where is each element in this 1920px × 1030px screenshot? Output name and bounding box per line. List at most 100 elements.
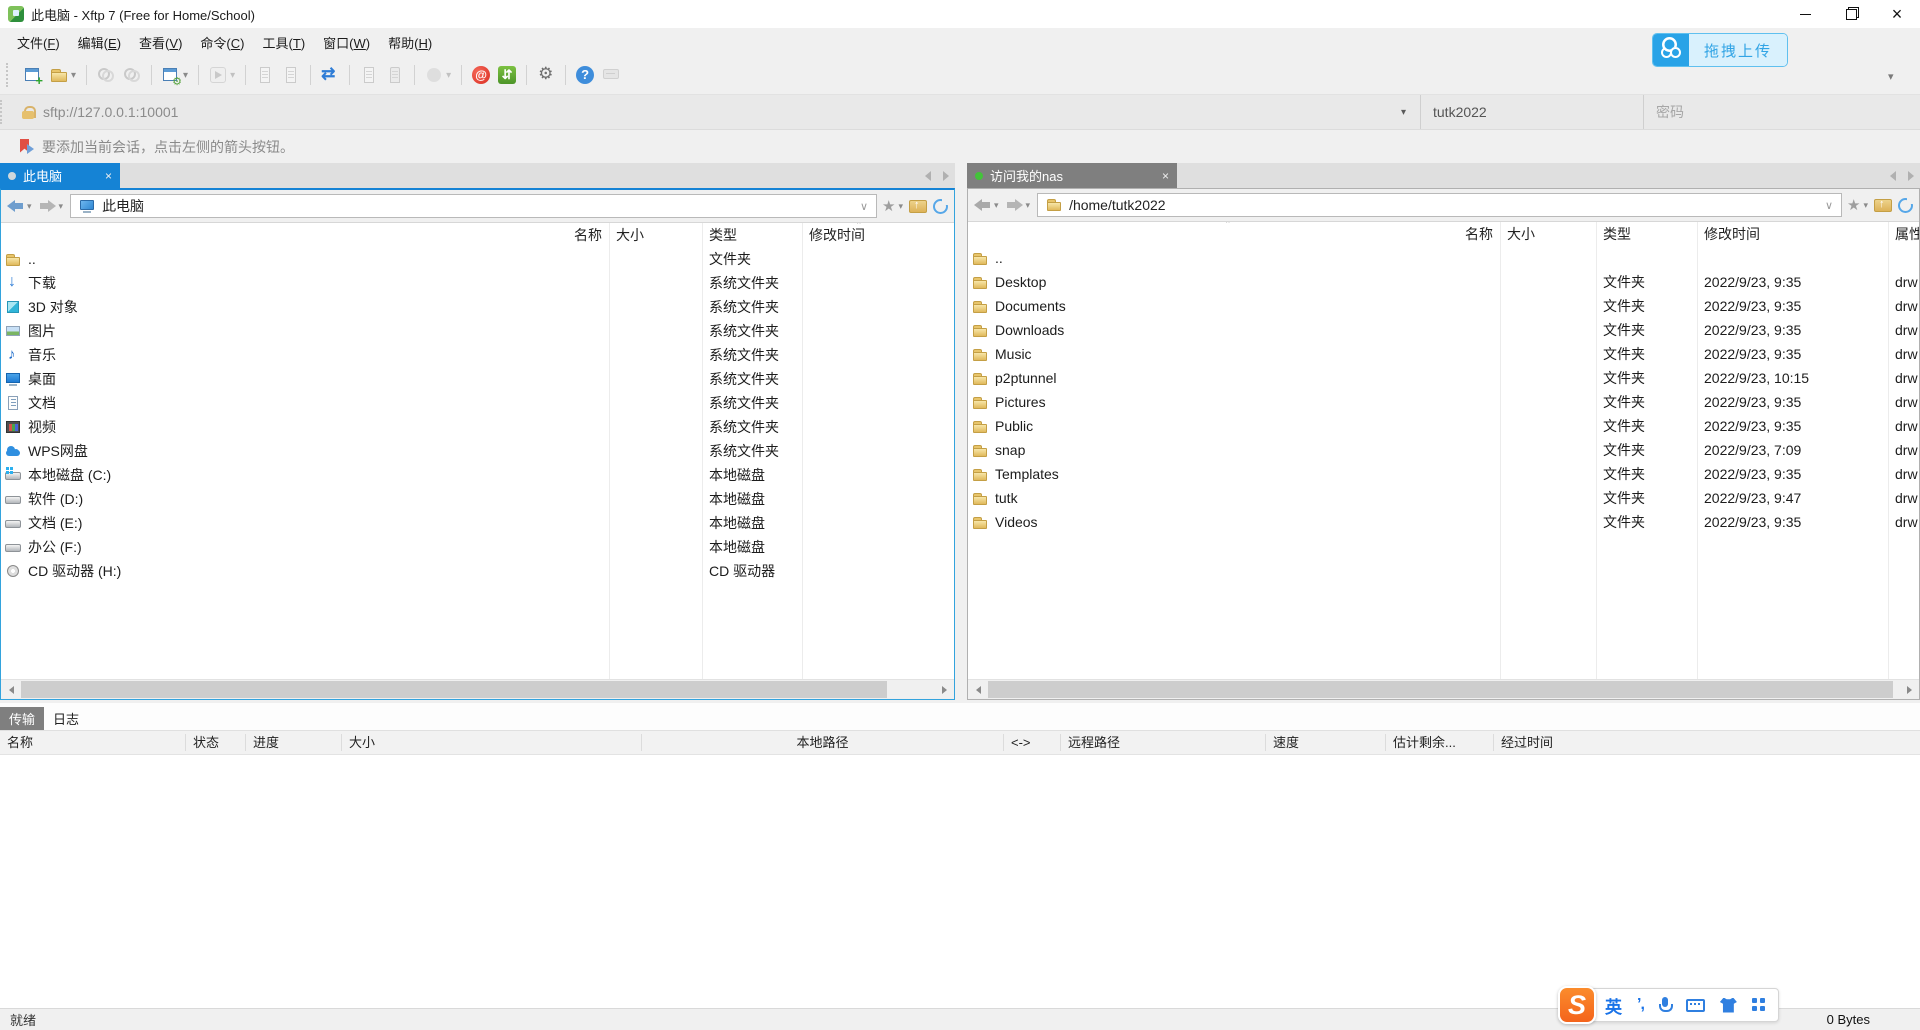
file-row[interactable]: 办公 (F:) 本地磁盘: [1, 535, 954, 559]
remote-path-combo[interactable]: /home/tutk2022: [1037, 193, 1842, 217]
file-row[interactable]: 文档 (E:) 本地磁盘: [1, 511, 954, 535]
back-history-icon[interactable]: [994, 200, 999, 211]
menu-item[interactable]: 帮助(H): [379, 29, 441, 56]
file-row[interactable]: Documents 文件夹 2022/9/23, 9:35 drw: [968, 294, 1919, 318]
column-header[interactable]: 经过时间: [1494, 734, 1612, 751]
toolbar-button[interactable]: [533, 62, 559, 88]
column-header[interactable]: <->: [1004, 734, 1061, 751]
file-row[interactable]: Downloads 文件夹 2022/9/23, 9:35 drw: [968, 318, 1919, 342]
column-header[interactable]: 速度: [1266, 734, 1386, 751]
toolbar-button[interactable]: [252, 62, 278, 88]
file-row[interactable]: p2ptunnel 文件夹 2022/9/23, 10:15 drw: [968, 366, 1919, 390]
column-header[interactable]: 估计剩余...: [1386, 734, 1494, 751]
back-icon[interactable]: [974, 199, 991, 211]
column-divider[interactable]: [1596, 222, 1597, 679]
file-row[interactable]: Music 文件夹 2022/9/23, 9:35 drw: [968, 342, 1919, 366]
up-directory-icon[interactable]: [908, 198, 928, 214]
column-header[interactable]: 名称: [1, 225, 609, 245]
file-row[interactable]: Pictures 文件夹 2022/9/23, 9:35 drw: [968, 390, 1919, 414]
combo-dropdown-icon[interactable]: [1825, 199, 1833, 212]
skin-icon[interactable]: [1720, 998, 1737, 1013]
file-row[interactable]: 视频 系统文件夹: [1, 415, 954, 439]
column-header[interactable]: 状态: [186, 734, 246, 751]
forward-history-icon[interactable]: [1026, 200, 1031, 211]
scroll-left-icon[interactable]: [1, 680, 21, 699]
column-divider[interactable]: [1500, 222, 1501, 679]
scroll-right-icon[interactable]: [934, 680, 954, 699]
column-divider[interactable]: [609, 223, 610, 679]
toolbar-button[interactable]: [572, 62, 598, 88]
toolbar-button[interactable]: [317, 62, 343, 88]
toolbar-button[interactable]: [46, 62, 80, 88]
file-row[interactable]: .. 文件夹: [1, 247, 954, 271]
scroll-right-icon[interactable]: [1899, 680, 1919, 699]
favorites-icon[interactable]: [882, 197, 903, 215]
back-history-icon[interactable]: [27, 201, 32, 212]
column-header[interactable]: 大小: [342, 734, 642, 751]
file-row[interactable]: 软件 (D:) 本地磁盘: [1, 487, 954, 511]
refresh-icon[interactable]: [1898, 198, 1913, 213]
column-header[interactable]: 大小: [609, 225, 702, 245]
username-field[interactable]: tutk2022: [1421, 95, 1643, 129]
toolbar-button[interactable]: [382, 62, 408, 88]
tab-scroll-right-icon[interactable]: [943, 171, 949, 181]
column-header[interactable]: 属性: [1888, 224, 1919, 244]
toolbar-button[interactable]: [205, 62, 239, 88]
file-row[interactable]: snap 文件夹 2022/9/23, 7:09 drw: [968, 438, 1919, 462]
menu-item[interactable]: 查看(V): [130, 29, 191, 56]
tab-remote-nas[interactable]: 访问我的nas: [967, 163, 1177, 188]
sogou-logo[interactable]: S: [1558, 986, 1596, 1024]
menu-item[interactable]: 窗口(W): [314, 29, 379, 56]
tab-close-icon[interactable]: [1162, 169, 1169, 183]
menu-item[interactable]: 文件(F): [8, 29, 69, 56]
restore-icon[interactable]: [1828, 0, 1874, 28]
toolbar-button[interactable]: [20, 62, 46, 88]
ime-menu-icon[interactable]: [1752, 998, 1766, 1012]
file-row[interactable]: 3D 对象 系统文件夹: [1, 295, 954, 319]
column-divider[interactable]: [802, 223, 803, 679]
toolbar-button[interactable]: [421, 62, 455, 88]
toolbar-overflow-icon[interactable]: [1888, 70, 1894, 83]
tab-local-this-pc[interactable]: 此电脑: [0, 163, 120, 188]
file-row[interactable]: 图片 系统文件夹: [1, 319, 954, 343]
local-path-combo[interactable]: 此电脑: [70, 194, 877, 218]
address-dropdown-icon[interactable]: [1387, 107, 1420, 118]
toolbar-button[interactable]: [93, 62, 119, 88]
column-header[interactable]: 进度: [246, 734, 342, 751]
column-header[interactable]: 大小: [1500, 224, 1596, 244]
file-row[interactable]: Videos 文件夹 2022/9/23, 9:35 drw: [968, 510, 1919, 534]
forward-icon[interactable]: [39, 200, 56, 212]
scrollbar-thumb[interactable]: [988, 681, 1893, 698]
file-row[interactable]: 本地磁盘 (C:) 本地磁盘: [1, 463, 954, 487]
address-url-field[interactable]: sftp://127.0.0.1:10001: [14, 95, 1387, 129]
file-row[interactable]: Desktop 文件夹 2022/9/23, 9:35 drw: [968, 270, 1919, 294]
column-header[interactable]: 名称: [0, 734, 186, 751]
toolbar-button[interactable]: [119, 62, 145, 88]
scroll-left-icon[interactable]: [968, 680, 988, 699]
menu-item[interactable]: 工具(T): [254, 29, 315, 56]
column-divider[interactable]: [702, 223, 703, 679]
ime-language-toggle[interactable]: 英: [1605, 993, 1622, 1018]
column-header[interactable]: 修改时间: [1697, 224, 1888, 244]
tab-scroll-right-icon[interactable]: [1908, 171, 1914, 181]
tab-close-icon[interactable]: [105, 169, 112, 183]
menu-item[interactable]: 命令(C): [191, 29, 253, 56]
forward-icon[interactable]: [1006, 199, 1023, 211]
file-row[interactable]: 下载 系统文件夹: [1, 271, 954, 295]
up-directory-icon[interactable]: [1873, 197, 1893, 213]
toolbar-button[interactable]: [494, 62, 520, 88]
toolbar-button[interactable]: [158, 62, 192, 88]
file-row[interactable]: Public 文件夹 2022/9/23, 9:35 drw: [968, 414, 1919, 438]
microphone-icon[interactable]: [1659, 997, 1671, 1014]
toolbar-button[interactable]: [356, 62, 382, 88]
refresh-icon[interactable]: [933, 199, 948, 214]
back-icon[interactable]: [7, 200, 24, 212]
file-row[interactable]: 文档 系统文件夹: [1, 391, 954, 415]
column-divider[interactable]: [1697, 222, 1698, 679]
toolbar-button[interactable]: [468, 62, 494, 88]
tab-scroll-left-icon[interactable]: [1890, 171, 1896, 181]
minimize-icon[interactable]: [1782, 0, 1828, 28]
panel-tab[interactable]: 传输: [0, 707, 44, 730]
file-row[interactable]: WPS网盘 系统文件夹: [1, 439, 954, 463]
column-header[interactable]: 类型: [702, 225, 802, 245]
